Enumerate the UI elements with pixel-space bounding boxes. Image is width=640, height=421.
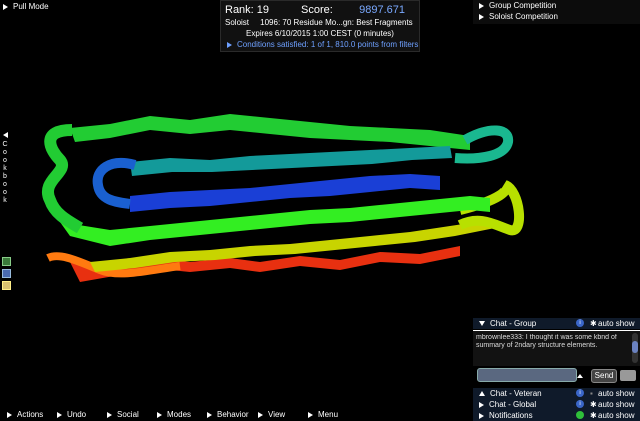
- menu-behavior-label: Behavior: [217, 410, 249, 419]
- chat-group-label: Chat - Group: [490, 319, 537, 328]
- puzzle-name: 1096: 70 Residue Mo...gn: Best Fragments: [260, 18, 413, 27]
- triangle-up-icon: [479, 391, 485, 397]
- cookbook-letter: k: [3, 197, 7, 204]
- cookbook-letter: C: [2, 141, 8, 148]
- triangle-right-icon: [157, 411, 162, 418]
- chat-message: mbrownlee333: I thought it was some kbnd…: [476, 334, 617, 349]
- menu-actions[interactable]: Actions: [7, 410, 43, 419]
- chat-expand-icon[interactable]: [577, 374, 583, 378]
- triangle-right-icon: [479, 401, 484, 408]
- conditions-toggle[interactable]: Conditions satisfied: 1 of 1, 810.0 poin…: [227, 40, 418, 49]
- soloist-competition-label: Soloist Competition: [489, 12, 558, 21]
- triangle-right-icon: [7, 411, 12, 418]
- triangle-right-icon: [258, 411, 263, 418]
- auto-show-label: auto show: [598, 411, 635, 420]
- chat-global-bar[interactable]: Chat - Global i ✱ auto show: [473, 399, 640, 410]
- menu-modes-label: Modes: [167, 410, 192, 419]
- cookbook-letter: o: [3, 149, 7, 156]
- cookbook-letter: o: [3, 157, 7, 164]
- soloist-competition-item[interactable]: Soloist Competition: [479, 12, 558, 21]
- gear-icon[interactable]: ✱: [590, 400, 597, 409]
- score-panel: Rank: 19 Score: 9897.671 Soloist 1096: 7…: [220, 0, 420, 52]
- triangle-down-icon: [479, 321, 485, 327]
- menu-actions-label: Actions: [17, 410, 44, 419]
- notifications-label: Notifications: [489, 411, 533, 420]
- expires-label: Expires 6/10/2015 1:00 CEST (0 minutes): [246, 29, 394, 38]
- score-label: Score:: [301, 4, 333, 16]
- triangle-right-icon: [308, 411, 313, 418]
- chat-input[interactable]: [477, 368, 577, 382]
- notepad-icon[interactable]: [2, 281, 11, 290]
- chat-group-bar[interactable]: Chat - Group i ✱ auto show: [473, 318, 640, 329]
- triangle-right-icon: [227, 41, 232, 48]
- puzzle-info: Soloist 1096: 70 Residue Mo...gn: Best F…: [225, 18, 413, 27]
- menu-menu[interactable]: Menu: [308, 410, 338, 419]
- group-competition-item[interactable]: Group Competition: [479, 1, 556, 10]
- triangle-right-icon: [57, 411, 62, 418]
- strand-teal[interactable]: [130, 146, 452, 176]
- conditions-label: Conditions satisfied: 1 of 1, 810.0 poin…: [237, 40, 419, 49]
- cookbook-letter: o: [3, 189, 7, 196]
- chat-global-label: Chat - Global: [489, 400, 537, 409]
- menu-social[interactable]: Social: [107, 410, 139, 419]
- mode-label: Soloist: [225, 18, 250, 27]
- rank-label: Rank: 19: [225, 4, 270, 16]
- menu-view-label: View: [268, 410, 286, 419]
- triangle-right-icon: [107, 411, 112, 418]
- competitions-panel: Group Competition Soloist Competition: [473, 0, 640, 24]
- auto-show-label: auto show: [598, 389, 635, 398]
- chat-veteran-label: Chat - Veteran: [490, 389, 542, 398]
- menu-view[interactable]: View: [258, 410, 285, 419]
- info-icon[interactable]: i: [576, 400, 584, 408]
- menu-behavior[interactable]: Behavior: [207, 410, 249, 419]
- cookbook-tab[interactable]: C o o k b o o k: [0, 130, 10, 205]
- loop-left[interactable]: [42, 124, 84, 234]
- menu-social-label: Social: [117, 410, 139, 419]
- triangle-right-icon: [207, 411, 212, 418]
- recipe-icon[interactable]: [2, 257, 11, 266]
- triangle-right-icon: [3, 3, 8, 10]
- menu-modes[interactable]: Modes: [157, 410, 191, 419]
- score-value: 9897.671: [359, 4, 405, 16]
- chat-scrollbar[interactable]: [632, 333, 638, 363]
- cookbook-letter: o: [3, 181, 7, 188]
- send-button[interactable]: Send: [591, 369, 617, 383]
- triangle-right-icon: [479, 412, 484, 419]
- triangle-right-icon: [479, 13, 484, 20]
- chat-veteran-bar[interactable]: Chat - Veteran i ▪ auto show: [473, 388, 640, 399]
- chat-input-area: Send: [473, 366, 640, 388]
- gear-icon[interactable]: ✱: [590, 411, 597, 420]
- status-icon[interactable]: [576, 411, 584, 419]
- info-icon[interactable]: i: [576, 389, 584, 397]
- pull-mode-toggle[interactable]: Pull Mode: [3, 2, 49, 11]
- gear-icon[interactable]: ▪: [590, 389, 593, 398]
- menu-undo[interactable]: Undo: [57, 410, 86, 419]
- group-competition-label: Group Competition: [489, 1, 557, 10]
- menu-menu-label: Menu: [318, 410, 339, 419]
- cookbook-letter: b: [3, 173, 7, 180]
- auto-show-label: auto show: [598, 400, 635, 409]
- triangle-left-icon: [2, 132, 8, 139]
- folder-icon[interactable]: [2, 269, 11, 278]
- loop-blue[interactable]: [92, 158, 137, 209]
- cookbook-letter: k: [3, 165, 7, 172]
- chat-log: mbrownlee333: I thought it was some kbnd…: [473, 330, 640, 366]
- info-icon[interactable]: i: [576, 319, 584, 327]
- strand-green-top[interactable]: [70, 114, 470, 150]
- auto-show-label: auto show: [598, 319, 635, 328]
- gear-icon[interactable]: ✱: [590, 319, 597, 328]
- notifications-bar[interactable]: Notifications ✱ auto show: [473, 410, 640, 421]
- cookbook-arrow: [0, 130, 10, 141]
- chat-scroll-thumb[interactable]: [632, 341, 638, 353]
- triangle-right-icon: [479, 2, 484, 9]
- menu-undo-label: Undo: [67, 410, 87, 419]
- pull-mode-label: Pull Mode: [13, 2, 49, 11]
- camera-icon[interactable]: [620, 370, 636, 381]
